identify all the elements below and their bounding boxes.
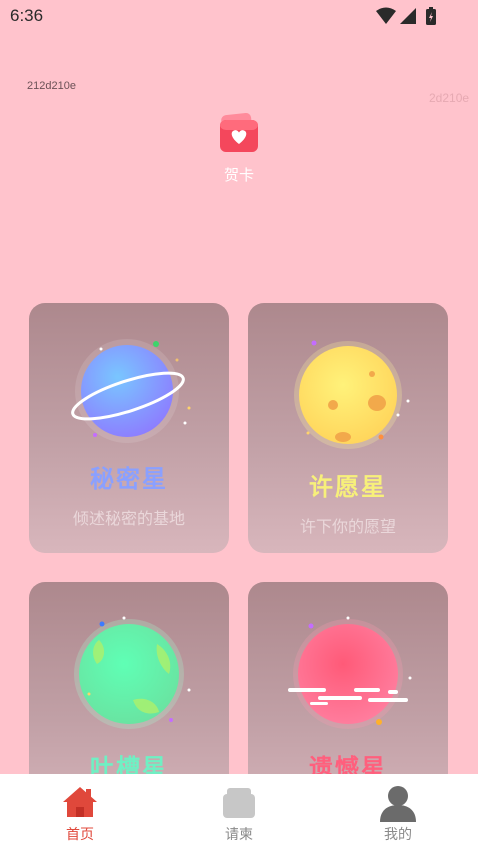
battery-icon xyxy=(426,7,436,25)
regret-planet-icon xyxy=(288,616,412,729)
tab-home-label: 首页 xyxy=(66,827,94,843)
wish-planet-icon xyxy=(294,340,410,449)
secret-planet-name: 秘密星 xyxy=(90,465,168,493)
status-icons xyxy=(374,6,444,26)
watermark-tag: 2d210e xyxy=(429,91,470,105)
profile-icon xyxy=(378,782,418,822)
wish-planet-description: 许下你的愿望 xyxy=(299,517,396,536)
secret-planet-card[interactable]: 秘密星 倾述秘密的基地 xyxy=(29,303,229,553)
signal-icon xyxy=(400,8,416,24)
home-icon xyxy=(60,782,100,822)
wifi-icon xyxy=(376,7,396,24)
greeting-card-label: 贺卡 xyxy=(223,166,254,184)
greeting-card-entry[interactable]: 贺卡 xyxy=(212,112,266,192)
rant-planet-icon xyxy=(74,616,191,729)
secret-planet-description: 倾述秘密的基地 xyxy=(72,509,185,528)
wish-planet-card[interactable]: 许愿星 许下你的愿望 xyxy=(248,303,448,553)
greeting-card-icon xyxy=(219,112,259,154)
wish-planet-name: 许愿星 xyxy=(309,473,387,501)
status-time: 6:36 xyxy=(10,6,44,25)
user-tag: 212d210e xyxy=(27,80,76,92)
tab-invitation-label: 请柬 xyxy=(225,827,253,843)
status-bar: 6:36 xyxy=(0,0,478,32)
bottom-tab-bar: 首页 请柬 我的 xyxy=(0,774,478,850)
secret-planet-icon xyxy=(71,339,191,443)
invitation-icon xyxy=(219,782,259,822)
tab-invitation[interactable]: 请柬 xyxy=(189,774,289,850)
tab-profile-label: 我的 xyxy=(384,827,412,843)
tab-profile[interactable]: 我的 xyxy=(348,774,448,850)
tab-home[interactable]: 首页 xyxy=(30,774,130,850)
